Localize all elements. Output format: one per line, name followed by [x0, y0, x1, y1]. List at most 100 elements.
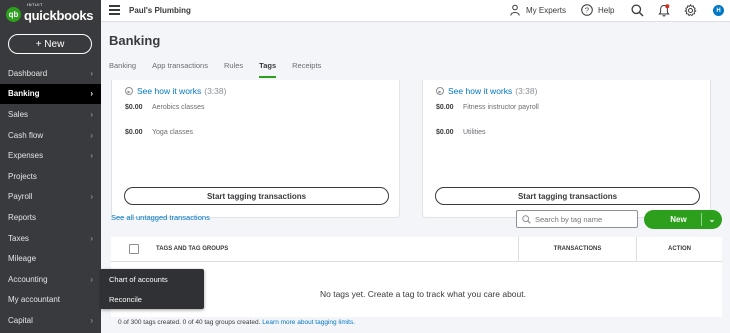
chevron-right-icon: › — [90, 233, 93, 243]
my-experts-button[interactable]: My Experts — [509, 4, 566, 16]
notification-bell-icon[interactable] — [658, 4, 670, 17]
chevron-right-icon: › — [90, 192, 93, 202]
sidebar-item-label: My accountant — [8, 295, 61, 305]
tag-row: $0.00 Fitness instructor payroll — [436, 104, 539, 111]
tag-row: $0.00 Aerobics classes — [125, 104, 205, 111]
start-tagging-button[interactable]: Start tagging transactions — [124, 187, 389, 205]
sidebar-item-label: Reports — [8, 212, 37, 222]
sidebar-item-banking[interactable]: Banking › — [0, 83, 101, 105]
accounting-flyout-menu: Chart of accounts Reconcile — [101, 269, 204, 309]
sidebar-item-label: Mileage — [8, 254, 37, 264]
tab-rules[interactable]: Rules — [224, 61, 243, 78]
hamburger-menu-icon[interactable] — [109, 5, 120, 15]
search-icon[interactable] — [631, 4, 644, 17]
tag-name: Fitness instructor payroll — [463, 104, 539, 111]
gear-icon[interactable] — [684, 4, 697, 17]
sidebar-item-label: Payroll — [8, 192, 33, 202]
play-icon: ▶ — [436, 87, 444, 95]
sidebar-item-label: Sales — [8, 109, 29, 119]
sidebar-item-projects[interactable]: Projects — [0, 166, 101, 187]
see-how-it-works-link[interactable]: ▶ See how it works (3:38) — [436, 86, 537, 96]
chevron-right-icon: › — [90, 315, 93, 325]
select-all-checkbox[interactable] — [128, 244, 139, 254]
sidebar-item-expenses[interactable]: Expenses › — [0, 145, 101, 166]
help-button[interactable]: ? Help — [581, 4, 614, 16]
search-icon — [522, 214, 531, 224]
chevron-right-icon: › — [90, 109, 93, 119]
menu-item-chart-of-accounts[interactable]: Chart of accounts — [101, 269, 204, 289]
tag-amount: $0.00 — [125, 104, 143, 111]
quickbooks-logo-icon: qb — [6, 6, 21, 22]
intuit-wordmark: INTUIT — [27, 2, 43, 7]
tag-row: $0.00 Utilities — [436, 129, 486, 136]
sidebar-nav: Dashboard › Banking › Sales › Cash flow › Ex… — [0, 63, 101, 331]
sidebar-item-label: Banking — [8, 89, 40, 99]
sidebar-item-payroll[interactable]: Payroll › — [0, 187, 101, 208]
menu-item-reconcile[interactable]: Reconcile — [101, 289, 204, 309]
avatar[interactable]: H — [713, 5, 724, 16]
tag-group-card: ▶ See how it works (3:38) $0.00 Fitness … — [422, 80, 711, 218]
sidebar-item-sales[interactable]: Sales › — [0, 104, 101, 125]
new-tag-button[interactable]: New — [644, 215, 701, 224]
sidebar-item-reports[interactable]: Reports — [0, 207, 101, 228]
tag-amount: $0.00 — [125, 129, 143, 136]
tag-amount: $0.00 — [436, 104, 454, 111]
video-duration: (3:38) — [515, 86, 538, 96]
search-input[interactable] — [535, 214, 630, 224]
column-header-tags[interactable]: TAGS AND TAG GROUPS — [156, 246, 518, 252]
chevron-right-icon: › — [90, 151, 93, 161]
tab-tags[interactable]: Tags — [259, 61, 277, 78]
chevron-right-icon: › — [90, 274, 93, 284]
sidebar: qb INTUIT quickbooks + New Dashboard › Ba… — [0, 0, 101, 333]
tag-count-text: 0 of 300 tags created. 0 of 40 tag group… — [118, 319, 261, 326]
play-icon: ▶ — [125, 87, 133, 95]
sidebar-item-accounting[interactable]: Accounting › — [0, 269, 101, 290]
sidebar-item-capital[interactable]: Capital › — [0, 310, 101, 331]
see-how-it-works-link[interactable]: ▶ See how it works (3:38) — [125, 86, 226, 96]
tab-receipts[interactable]: Receipts — [292, 61, 321, 78]
select-all-cell — [111, 244, 156, 254]
my-experts-label: My Experts — [526, 5, 567, 15]
tag-amount: $0.00 — [436, 129, 454, 136]
tag-group-card: ▶ See how it works (3:38) $0.00 Aerobics… — [111, 80, 400, 218]
help-label: Help — [598, 5, 615, 15]
see-all-untagged-link[interactable]: See all untagged transactions — [111, 213, 210, 222]
column-header-action: ACTION — [636, 236, 722, 262]
table-header: TAGS AND TAG GROUPS TRANSACTIONS ACTION — [111, 236, 722, 262]
chevron-down-icon[interactable]: ⌄ — [702, 215, 722, 224]
tag-name: Utilities — [463, 129, 486, 136]
see-how-label: See how it works — [448, 86, 513, 96]
app-window: qb INTUIT quickbooks + New Dashboard › Ba… — [0, 0, 730, 333]
sidebar-item-label: Expenses — [8, 151, 44, 161]
column-header-transactions[interactable]: TRANSACTIONS — [518, 236, 636, 262]
quickbooks-logo[interactable]: qb INTUIT quickbooks — [6, 2, 94, 23]
sidebar-item-mileage[interactable]: Mileage — [0, 248, 101, 269]
help-icon: ? — [581, 4, 593, 16]
tag-search-box[interactable] — [516, 210, 638, 228]
tag-limits-note: 0 of 300 tags created. 0 of 40 tag group… — [118, 319, 355, 326]
tab-banking[interactable]: Banking — [109, 61, 136, 78]
video-duration: (3:38) — [204, 86, 227, 96]
sidebar-item-label: Accounting — [8, 274, 48, 284]
start-tagging-button[interactable]: Start tagging transactions — [435, 187, 700, 205]
company-name: Paul's Plumbing — [129, 6, 191, 15]
sidebar-item-cash-flow[interactable]: Cash flow › — [0, 125, 101, 146]
brand-name: quickbooks — [24, 7, 94, 23]
sidebar-item-my-accountant[interactable]: My accountant — [0, 290, 101, 311]
top-bar: Paul's Plumbing My Experts ? Help H — [101, 0, 730, 22]
svg-text:?: ? — [585, 6, 589, 15]
tag-row: $0.00 Yoga classes — [125, 129, 193, 136]
tab-app-transactions[interactable]: App transactions — [152, 61, 208, 78]
new-tag-split-button[interactable]: New ⌄ — [644, 210, 722, 229]
tag-name: Aerobics classes — [152, 104, 205, 111]
sidebar-item-dashboard[interactable]: Dashboard › — [0, 63, 101, 84]
learn-more-link[interactable]: Learn more about tagging limits. — [262, 319, 355, 326]
chevron-right-icon: › — [90, 130, 93, 140]
sidebar-item-taxes[interactable]: Taxes › — [0, 228, 101, 249]
tag-name: Yoga classes — [152, 129, 193, 136]
new-button[interactable]: + New — [8, 34, 92, 54]
sidebar-item-label: Cash flow — [8, 130, 44, 140]
page-title: Banking — [109, 33, 161, 48]
banking-tabs: Banking App transactions Rules Tags Rece… — [109, 61, 337, 78]
sidebar-item-label: Dashboard — [8, 68, 48, 78]
